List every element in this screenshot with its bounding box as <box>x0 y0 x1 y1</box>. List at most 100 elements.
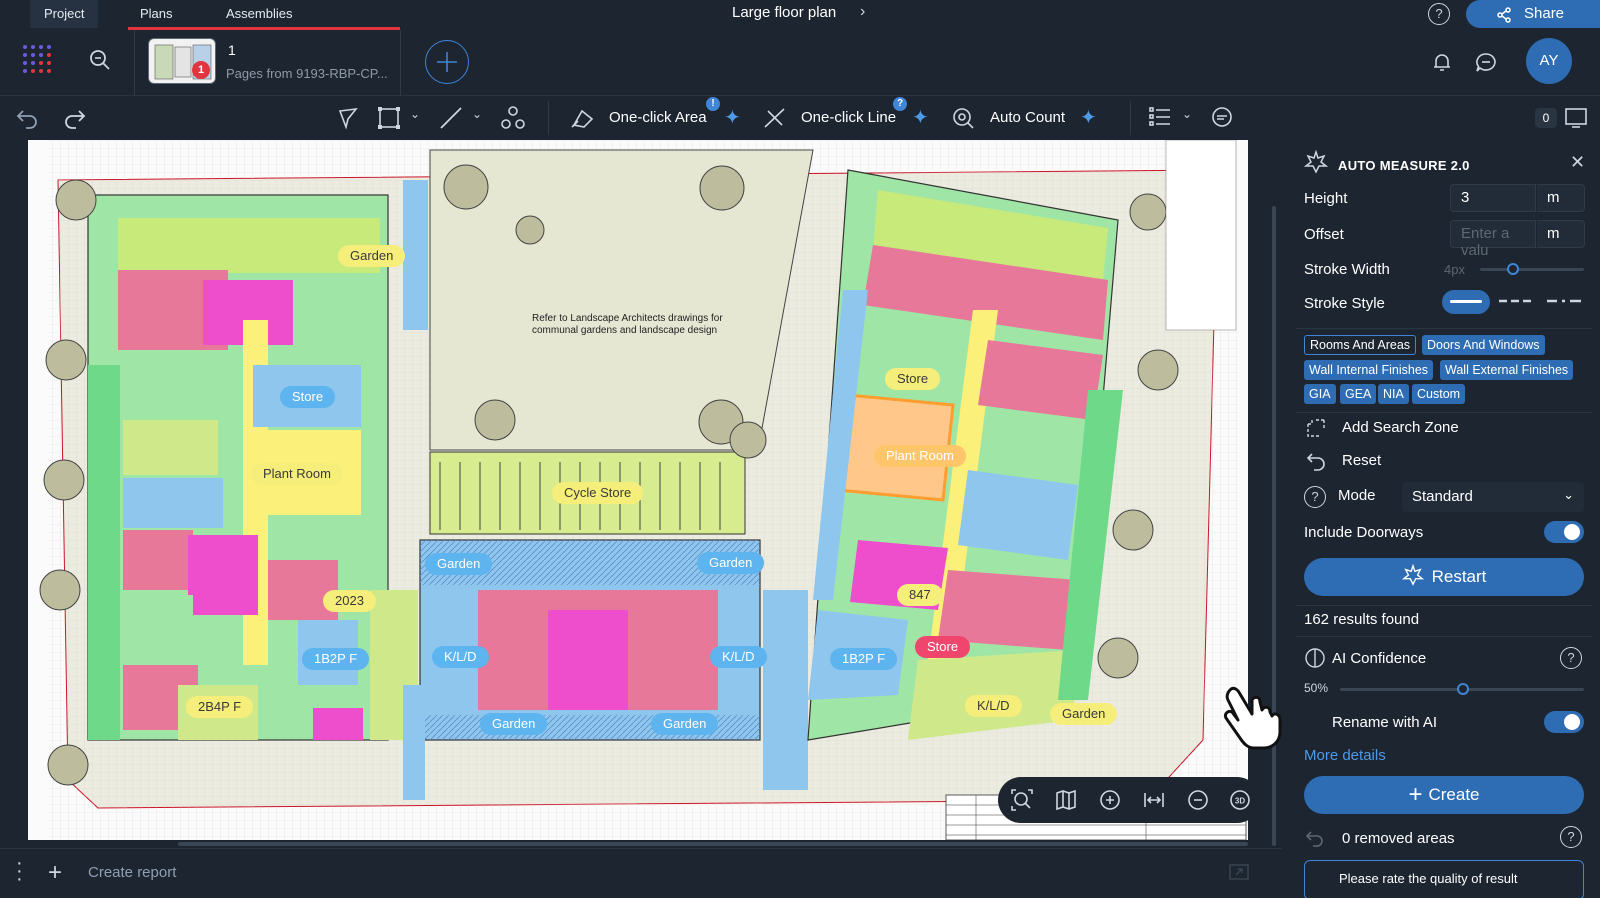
room-label[interactable]: Garden <box>338 245 406 267</box>
help-icon[interactable]: ? <box>1428 3 1450 25</box>
room-label[interactable]: Garden <box>697 552 765 574</box>
restart-button[interactable]: Restart <box>1304 558 1584 596</box>
room-label[interactable]: 2B4P F <box>186 696 254 718</box>
line-tool-icon[interactable] <box>438 105 464 131</box>
chevron-down-icon[interactable]: ⌄ <box>1182 107 1192 121</box>
chip-wall-external-finishes[interactable]: Wall External Finishes <box>1440 360 1574 380</box>
fit-width-icon[interactable] <box>1142 788 1166 812</box>
zoom-in-icon[interactable] <box>1098 788 1122 812</box>
room-label[interactable]: Garden <box>480 713 548 735</box>
stroke-width-slider[interactable] <box>1480 268 1584 271</box>
more-details-link[interactable]: More details <box>1304 747 1386 764</box>
chip-nia[interactable]: NIA <box>1378 384 1409 404</box>
zoom-to-fit-icon[interactable] <box>1010 788 1034 812</box>
offset-input[interactable]: Enter a valu <box>1450 220 1536 259</box>
ai-confidence-slider-handle[interactable] <box>1457 683 1469 695</box>
chip-custom[interactable]: Custom <box>1412 384 1466 404</box>
mode-help-icon[interactable]: ? <box>1304 486 1326 508</box>
one-click-line-label[interactable]: One-click Line <box>801 109 896 126</box>
chevron-down-icon: ⌄ <box>1563 487 1574 502</box>
room-label[interactable]: Garden <box>425 553 493 575</box>
one-click-area-label[interactable]: One-click Area <box>609 109 707 126</box>
chip-gea[interactable]: GEA <box>1340 384 1377 404</box>
room-label[interactable]: 847 <box>897 584 943 606</box>
chip-wall-internal-finishes[interactable]: Wall Internal Finishes <box>1304 360 1434 380</box>
map-icon[interactable] <box>1054 788 1078 812</box>
more-options-icon[interactable]: · · · <box>16 853 23 889</box>
sidebar-toggle-icon[interactable] <box>1564 106 1588 130</box>
auto-count-label[interactable]: Auto Count <box>990 109 1065 126</box>
chevron-down-icon[interactable]: ⌄ <box>472 107 482 121</box>
notification-bell-icon[interactable] <box>1430 50 1454 74</box>
one-click-line-icon[interactable] <box>762 105 788 131</box>
removed-areas-help-icon[interactable]: ? <box>1560 826 1582 848</box>
chip-doors-and-windows[interactable]: Doors And Windows <box>1422 335 1545 355</box>
horizontal-scrollbar[interactable] <box>178 842 1248 846</box>
tab-plans[interactable]: Plans <box>126 0 187 28</box>
room-label[interactable]: Garden <box>651 713 719 735</box>
comments-icon[interactable] <box>1474 51 1498 75</box>
room-label[interactable]: Plant Room <box>251 463 343 485</box>
undo-icon[interactable] <box>14 105 40 131</box>
offset-unit-select[interactable]: m <box>1537 220 1585 248</box>
list-icon[interactable] <box>1148 105 1172 129</box>
chevron-right-icon[interactable]: › <box>860 3 865 21</box>
add-search-zone-icon[interactable] <box>1304 416 1328 440</box>
room-label[interactable]: Store <box>885 368 941 390</box>
chip-rooms-and-areas[interactable]: Rooms And Areas <box>1304 335 1417 355</box>
reset-button[interactable]: Reset <box>1342 452 1381 469</box>
room-label[interactable]: Garden <box>1050 703 1118 725</box>
auto-count-icon[interactable] <box>950 105 976 131</box>
room-label[interactable]: K/L/D <box>965 695 1022 717</box>
search-plans-icon[interactable] <box>88 48 112 72</box>
room-label[interactable]: K/L/D <box>710 646 767 668</box>
3d-view-icon[interactable]: 3D <box>1228 788 1252 812</box>
stroke-style-solid[interactable] <box>1442 290 1490 314</box>
room-label[interactable]: 2023 <box>323 590 376 612</box>
app-grid-icon[interactable] <box>22 44 56 78</box>
comment-tool-icon[interactable] <box>1210 105 1234 129</box>
room-label[interactable]: 1B2P F <box>302 648 370 670</box>
height-unit-select[interactable]: m <box>1537 184 1585 212</box>
rename-with-ai-toggle[interactable] <box>1544 711 1584 733</box>
room-label[interactable]: Store <box>915 636 971 658</box>
mode-select[interactable]: Standard ⌄ <box>1402 482 1584 512</box>
chip-gia[interactable]: GIA <box>1304 384 1336 404</box>
reset-icon[interactable] <box>1304 449 1328 473</box>
stroke-style-dash-dot[interactable] <box>1546 294 1582 308</box>
create-button[interactable]: + Create <box>1304 776 1584 814</box>
room-label[interactable]: Store <box>280 386 336 408</box>
room-label[interactable]: Plant Room <box>874 445 966 467</box>
drawing-canvas[interactable]: Refer to Landscape Architects drawings f… <box>0 140 1279 848</box>
one-click-area-icon[interactable] <box>570 105 596 131</box>
rectangle-area-icon[interactable] <box>376 105 402 131</box>
divider <box>1130 101 1131 135</box>
stroke-width-slider-handle[interactable] <box>1507 263 1519 275</box>
create-report-button[interactable]: Create report <box>88 864 176 881</box>
add-search-zone-button[interactable]: Add Search Zone <box>1342 419 1459 436</box>
plus-icon[interactable]: + <box>48 859 62 887</box>
document-title[interactable]: Large floor plan <box>732 4 836 21</box>
room-label[interactable]: Cycle Store <box>552 482 644 504</box>
stroke-style-dashed[interactable] <box>1498 294 1532 308</box>
feedback-prompt[interactable]: Please rate the quality of result <box>1304 860 1584 898</box>
undo-removed-icon[interactable] <box>1304 828 1326 850</box>
count-tool-icon[interactable] <box>500 105 526 131</box>
room-label[interactable]: K/L/D <box>432 646 489 668</box>
tab-assemblies[interactable]: Assemblies <box>212 0 306 28</box>
room-label[interactable]: 1B2P F <box>830 648 898 670</box>
polygon-area-icon[interactable] <box>336 105 362 131</box>
tab-project[interactable]: Project <box>30 0 99 28</box>
redo-icon[interactable] <box>62 105 88 131</box>
help-badge: ? <box>893 97 907 111</box>
chevron-down-icon[interactable]: ⌄ <box>410 107 420 121</box>
share-button[interactable]: Share <box>1466 0 1600 28</box>
include-doorways-toggle[interactable] <box>1544 521 1584 543</box>
close-icon[interactable]: ✕ <box>1570 152 1585 173</box>
ai-confidence-help-icon[interactable]: ? <box>1560 647 1582 669</box>
user-avatar[interactable]: AY <box>1526 38 1572 84</box>
expand-icon[interactable] <box>1228 861 1250 883</box>
zoom-out-icon[interactable] <box>1186 788 1210 812</box>
height-input[interactable]: 3 <box>1450 184 1536 212</box>
add-plan-button[interactable] <box>425 40 469 84</box>
